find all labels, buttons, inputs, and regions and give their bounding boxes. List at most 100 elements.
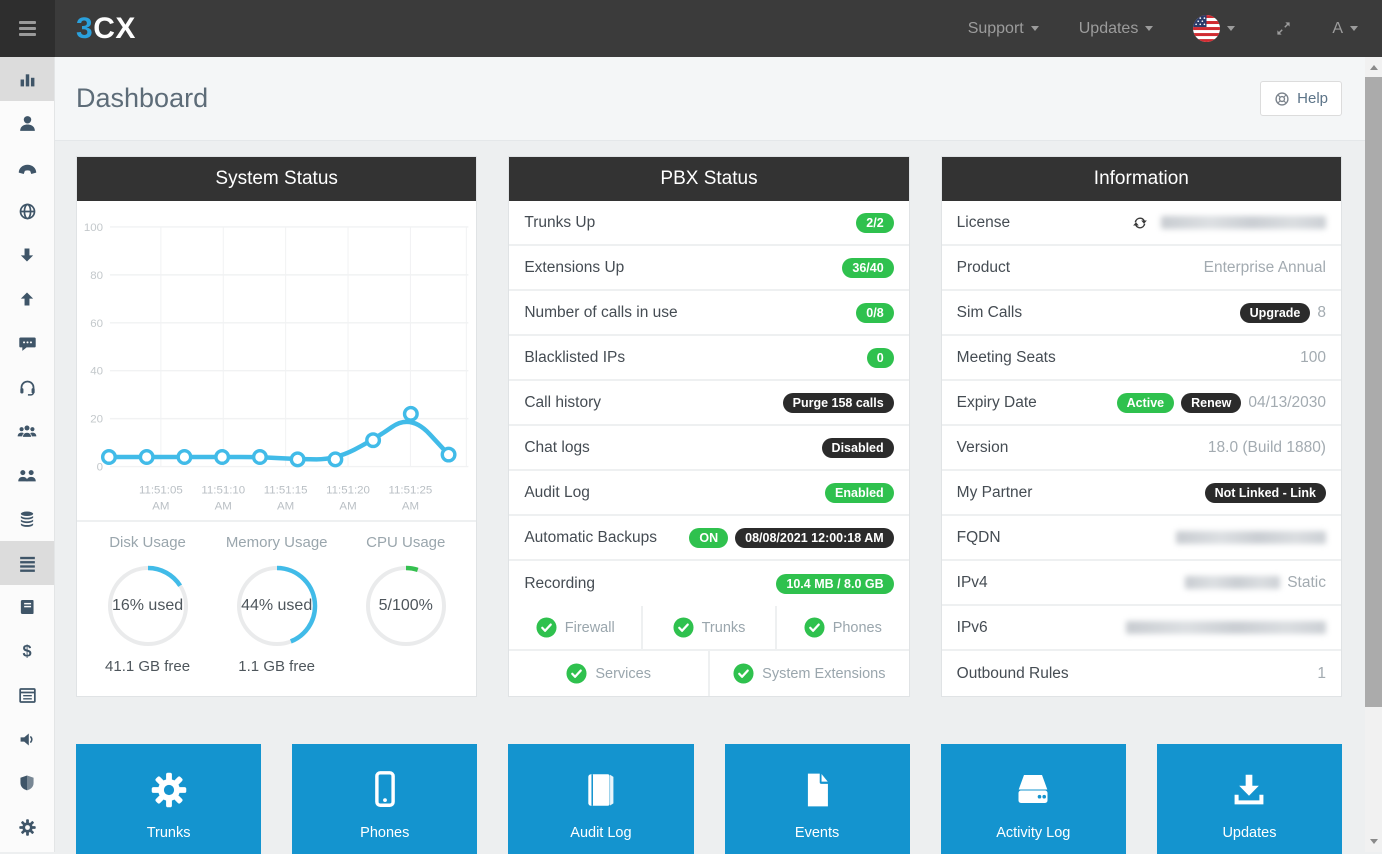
sidebar-item-bar-chart[interactable] [0,57,54,101]
scrollbar-thumb[interactable] [1365,77,1382,707]
sidebar-item-users[interactable] [0,409,54,453]
svg-text:11:51:10: 11:51:10 [201,484,245,496]
tile-label: Events [795,825,839,841]
status-badge: 0 [867,348,894,368]
tile-label: Phones [360,825,409,841]
pbx-row-recording: Recording10.4 MB / 8.0 GB [509,561,908,606]
smartphone-icon [364,769,406,811]
info-row-outbound-rules: Outbound Rules1 [942,651,1341,696]
row-value: 04/13/2030 [1248,394,1326,412]
svg-text:80: 80 [90,270,103,282]
gauge-label: Memory Usage [212,534,341,551]
sidebar-item-headset[interactable] [0,365,54,409]
hamburger-menu-button[interactable] [0,0,55,57]
scrollbar-up-arrow[interactable] [1365,59,1382,76]
sidebar-item-database[interactable] [0,497,54,541]
sidebar-item-dollar[interactable]: $ [0,629,54,673]
bar-chart-icon [18,70,37,89]
sidebar-item-gear[interactable] [0,805,54,849]
sidebar-item-arrow-up[interactable] [0,277,54,321]
row-label: Number of calls in use [524,304,856,322]
row-label: Chat logs [524,439,821,457]
svg-text:AM: AM [152,500,169,512]
action-badge[interactable]: 08/08/2021 12:00:18 AM [735,528,894,548]
gear-icon [149,770,189,810]
row-value: 8 [1317,304,1326,322]
tile-audit-log[interactable]: Audit Log [508,744,693,854]
sidebar-item-list[interactable] [0,541,54,585]
phone-icon [17,157,38,178]
svg-text:AM: AM [339,500,356,512]
row-label: Version [957,439,1208,457]
page-title: Dashboard [76,83,208,114]
row-label: IPv4 [957,574,1186,592]
row-label: Meeting Seats [957,349,1300,367]
action-badge[interactable]: Disabled [822,438,894,458]
tile-phones[interactable]: Phones [292,744,477,854]
life-ring-icon [1274,91,1290,107]
action-badge[interactable]: Upgrade [1240,303,1311,323]
sidebar-item-report[interactable] [0,673,54,717]
fullscreen-button[interactable] [1275,20,1292,37]
pbx-row-chat-logs: Chat logsDisabled [509,426,908,471]
svg-text:0: 0 [97,462,103,474]
tile-activity-log[interactable]: Activity Log [941,744,1126,854]
svg-text:40: 40 [90,366,103,378]
page-header: Dashboard Help [55,57,1365,141]
action-badge[interactable]: Purge 158 calls [783,393,894,413]
support-menu[interactable]: Support [968,20,1039,38]
chevron-down-icon [1145,26,1153,31]
info-row-ipv4: IPv4Static [942,561,1341,606]
updates-menu[interactable]: Updates [1079,20,1154,38]
row-label: Automatic Backups [524,529,689,547]
scrollbar-down-arrow[interactable] [1365,833,1382,850]
action-badge[interactable]: Renew [1181,393,1241,413]
tile-label: Audit Log [570,825,631,841]
sidebar-item-users-group[interactable] [0,453,54,497]
gauge-subtext: 41.1 GB free [83,658,212,676]
check-circle-icon [566,663,587,684]
tile-trunks[interactable]: Trunks [76,744,261,854]
sidebar-item-arrow-down[interactable] [0,233,54,277]
info-row-expiry-date: Expiry DateActive Renew 04/13/2030 [942,381,1341,426]
action-badge[interactable]: Not Linked - Link [1205,483,1326,503]
health-check-phones: Phones [777,606,909,649]
system-status-title: System Status [77,157,476,201]
gauge-value: 16% used [105,563,191,649]
user-menu[interactable]: A [1332,20,1358,38]
globe-icon [18,202,37,221]
logo-3cx: 3CX [76,12,136,46]
sidebar-item-globe[interactable] [0,189,54,233]
check-circle-icon [804,617,825,638]
system-status-panel: System Status 02040608010011:51:05AM11:5… [76,156,477,697]
info-row-product: ProductEnterprise Annual [942,246,1341,291]
sidebar-item-user[interactable] [0,101,54,145]
pbx-row-number-of-calls-in-use: Number of calls in use0/8 [509,291,908,336]
refresh-icon[interactable] [1132,215,1148,231]
language-menu[interactable] [1193,15,1235,42]
svg-text:11:51:25: 11:51:25 [389,484,433,496]
tile-label: Trunks [147,825,191,841]
status-badge: ON [689,528,728,548]
file-icon [797,770,837,810]
sidebar-item-shield[interactable] [0,761,54,805]
tile-updates[interactable]: Updates [1157,744,1342,854]
status-badge: 0/8 [856,303,893,323]
row-label: IPv6 [957,619,1126,637]
vertical-scrollbar[interactable] [1365,57,1382,852]
check-circle-icon [673,617,694,638]
topbar-menu: Support Updates [928,15,1358,42]
sidebar-item-speaker[interactable] [0,717,54,761]
redacted-value [1176,531,1326,544]
pbx-row-blacklisted-ips: Blacklisted IPs0 [509,336,908,381]
tile-events[interactable]: Events [725,744,910,854]
status-badge: Active [1117,393,1175,413]
expand-icon [1275,20,1292,37]
help-button[interactable]: Help [1260,81,1342,116]
sidebar-item-chat[interactable] [0,321,54,365]
sidebar-item-notebook[interactable] [0,585,54,629]
sidebar-item-phone[interactable] [0,145,54,189]
row-label: Call history [524,394,782,412]
download-icon [1228,769,1270,811]
row-label: Expiry Date [957,394,1117,412]
